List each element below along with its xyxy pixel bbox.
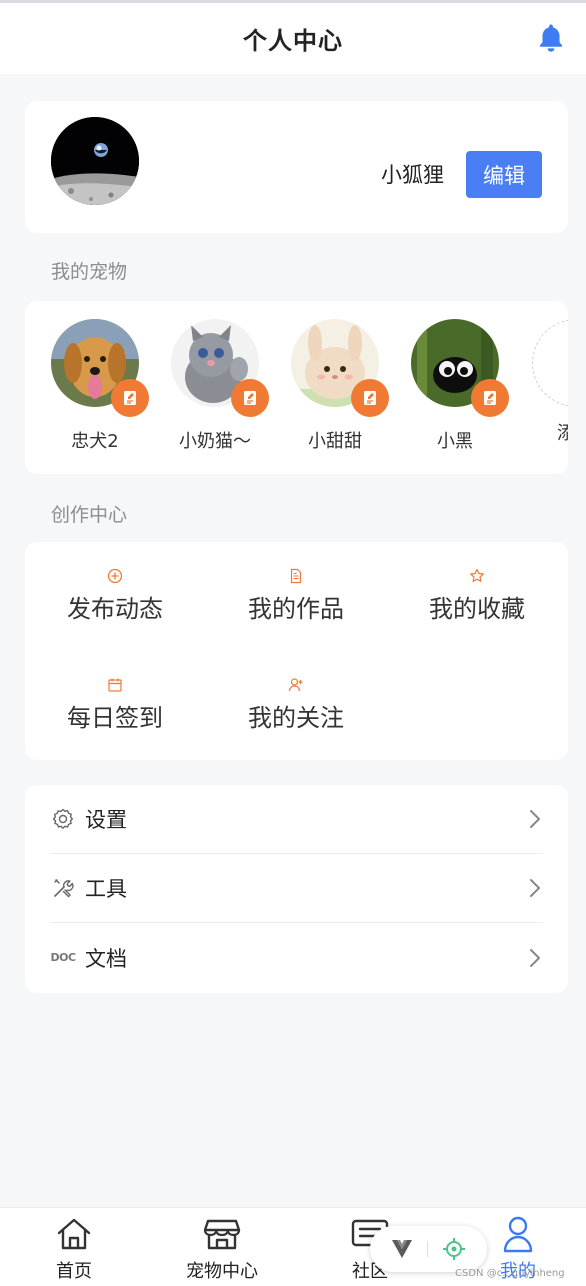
pet-name: 小甜甜 xyxy=(308,431,362,452)
chevron-right-icon xyxy=(530,948,540,967)
settings-row[interactable]: 设置 xyxy=(50,785,543,854)
user-avatar[interactable] xyxy=(51,117,139,205)
pet-item[interactable]: 小甜甜 xyxy=(275,319,395,453)
daily-checkin-button[interactable]: 每日签到 xyxy=(25,677,205,733)
my-works-label: 我的作品 xyxy=(248,595,344,623)
star-icon xyxy=(470,568,484,582)
pets-card: 忠犬2 小奶猫～ 小甜甜 小黑 添 xyxy=(25,301,568,474)
vue-logo-icon[interactable] xyxy=(391,1239,413,1259)
bell-icon[interactable] xyxy=(534,21,568,55)
edit-profile-button[interactable]: 编辑 xyxy=(466,151,542,198)
user-add-icon xyxy=(288,678,303,692)
publish-post-label: 发布动态 xyxy=(67,595,163,623)
tools-icon xyxy=(50,875,76,901)
settings-card: 设置 工具 DOC 文档 xyxy=(25,785,568,993)
document-icon xyxy=(290,568,302,584)
devtools-divider xyxy=(427,1241,428,1257)
tab-home[interactable]: 首页 xyxy=(14,1208,134,1286)
doc-icon: DOC xyxy=(50,951,76,964)
docs-label: 文档 xyxy=(85,946,127,971)
add-pet-button[interactable] xyxy=(532,319,568,407)
profile-card: 小狐狸 编辑 xyxy=(25,101,568,233)
chevron-right-icon xyxy=(530,879,540,897)
pet-name: 小黑 xyxy=(437,431,473,452)
devtools-pill[interactable] xyxy=(370,1226,487,1272)
gear-icon xyxy=(50,806,76,832)
tab-home-label: 首页 xyxy=(56,1261,92,1282)
daily-checkin-label: 每日签到 xyxy=(67,704,163,732)
pet-item[interactable]: 小黑 xyxy=(395,319,515,453)
add-pet-label: 添 xyxy=(557,423,568,444)
pet-edit-badge-icon[interactable] xyxy=(471,379,509,417)
pet-item[interactable]: 忠犬2 xyxy=(35,319,155,453)
creation-section-title: 创作中心 xyxy=(51,504,128,526)
crosshair-icon[interactable] xyxy=(442,1237,466,1261)
chevron-right-icon xyxy=(530,810,540,828)
tools-label: 工具 xyxy=(85,877,127,901)
username: 小狐狸 xyxy=(381,163,444,187)
my-favorites-button[interactable]: 我的收藏 xyxy=(387,568,567,624)
pet-name: 小奶猫～ xyxy=(179,431,251,452)
my-favorites-label: 我的收藏 xyxy=(429,595,525,623)
pet-name: 忠犬2 xyxy=(71,431,119,452)
my-works-button[interactable]: 我的作品 xyxy=(206,568,386,624)
page-header: 个人中心 xyxy=(0,3,586,74)
page-title: 个人中心 xyxy=(243,27,343,55)
shop-icon xyxy=(203,1219,241,1250)
tab-pet-center[interactable]: 宠物中心 xyxy=(162,1208,282,1286)
publish-post-button[interactable]: 发布动态 xyxy=(25,568,205,624)
my-follows-button[interactable]: 我的关注 xyxy=(206,677,386,733)
pet-edit-badge-icon[interactable] xyxy=(231,379,269,417)
pet-edit-badge-icon[interactable] xyxy=(351,379,389,417)
calendar-icon xyxy=(108,678,122,692)
pet-item[interactable]: 小奶猫～ xyxy=(155,319,275,453)
tools-row[interactable]: 工具 xyxy=(50,854,543,923)
user-icon xyxy=(503,1216,533,1253)
creation-card: 发布动态 我的作品 我的收藏 每日签到 我的关注 xyxy=(25,542,568,760)
settings-label: 设置 xyxy=(85,808,127,832)
plus-circle-icon xyxy=(107,568,123,584)
my-follows-label: 我的关注 xyxy=(248,704,344,732)
pets-section-title: 我的宠物 xyxy=(51,261,128,283)
pet-edit-badge-icon[interactable] xyxy=(111,379,149,417)
home-icon xyxy=(57,1218,91,1250)
watermark: CSDN @c...guyinheng xyxy=(455,1268,565,1279)
tab-pet-center-label: 宠物中心 xyxy=(186,1261,258,1282)
docs-row[interactable]: DOC 文档 xyxy=(50,923,543,992)
